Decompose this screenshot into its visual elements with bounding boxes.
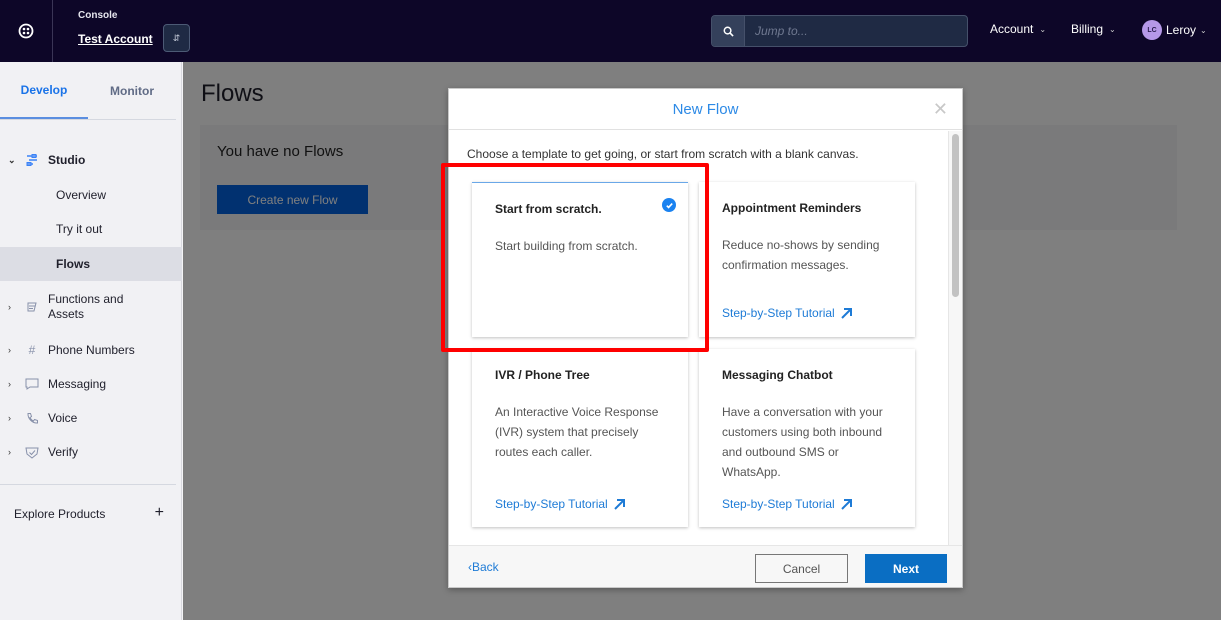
sidebar-item-functions-and-assets[interactable]: › Functions and Assets bbox=[0, 290, 182, 324]
sidebar-item-label: Verify bbox=[48, 445, 79, 459]
search-icon bbox=[723, 26, 734, 37]
tutorial-link[interactable]: Step-by-Step Tutorial bbox=[722, 306, 853, 320]
modal-title: New Flow bbox=[672, 100, 739, 118]
account-name-link[interactable]: Test Account bbox=[78, 32, 153, 46]
chat-bubble-icon bbox=[24, 378, 40, 390]
selected-check-icon bbox=[662, 198, 676, 212]
jump-to-search bbox=[711, 15, 968, 47]
chevron-right-icon: › bbox=[8, 302, 11, 312]
chevron-right-icon: › bbox=[8, 345, 11, 355]
label-line1: Functions and bbox=[48, 292, 124, 306]
template-title: Messaging Chatbot bbox=[722, 368, 833, 382]
sidebar-item-try-it-out[interactable]: Try it out bbox=[0, 212, 182, 246]
search-input[interactable] bbox=[745, 16, 967, 46]
tutorial-link-label: Step-by-Step Tutorial bbox=[722, 306, 835, 320]
modal-scrollbar[interactable] bbox=[948, 131, 962, 547]
sidebar-item-flows[interactable]: Flows bbox=[0, 247, 182, 281]
chevron-down-icon: ⌄ bbox=[1109, 24, 1116, 34]
account-menu[interactable]: Account ⌄ bbox=[990, 22, 1046, 36]
verify-shield-icon bbox=[24, 446, 40, 459]
modal-header: New Flow ✕ bbox=[449, 89, 962, 130]
hash-icon: # bbox=[28, 343, 36, 357]
template-description: Have a conversation with your customers … bbox=[722, 405, 883, 479]
template-card-ivr-phone-tree[interactable]: IVR / Phone Tree An Interactive Voice Re… bbox=[472, 349, 688, 527]
cancel-button[interactable]: Cancel bbox=[755, 554, 848, 583]
template-title: IVR / Phone Tree bbox=[495, 368, 590, 382]
tutorial-link-label: Step-by-Step Tutorial bbox=[722, 497, 835, 511]
back-label: Back bbox=[472, 560, 499, 574]
tutorial-link-label: Step-by-Step Tutorial bbox=[495, 497, 608, 511]
close-button[interactable]: ✕ bbox=[933, 100, 948, 118]
sidebar-item-studio[interactable]: ⌄ Studio bbox=[0, 150, 182, 170]
scrollbar-thumb[interactable] bbox=[952, 134, 959, 297]
top-bar: Console Test Account ⇵ Account ⌄ Billing… bbox=[0, 0, 1221, 62]
sidebar-item-label: Phone Numbers bbox=[48, 343, 135, 357]
billing-menu[interactable]: Billing ⌄ bbox=[1071, 22, 1116, 36]
billing-menu-label: Billing bbox=[1071, 22, 1104, 36]
template-description: Reduce no-shows by sending confirmation … bbox=[722, 238, 880, 272]
account-switcher-button[interactable]: ⇵ bbox=[163, 24, 190, 52]
external-arrow-icon bbox=[614, 498, 625, 510]
chevron-down-icon: ⌄ bbox=[1200, 25, 1207, 35]
template-title: Start from scratch. bbox=[495, 202, 602, 216]
chevron-down-icon: ⌄ bbox=[1039, 24, 1047, 34]
studio-icon bbox=[24, 153, 40, 167]
user-name: Leroy bbox=[1166, 23, 1197, 37]
user-menu[interactable]: LC Leroy ⌄ bbox=[1142, 20, 1207, 40]
explore-products-button[interactable]: Explore Products + bbox=[14, 504, 164, 522]
next-button[interactable]: Next bbox=[865, 554, 947, 583]
plus-icon: + bbox=[154, 504, 164, 521]
functions-icon bbox=[24, 301, 40, 313]
avatar: LC bbox=[1142, 20, 1162, 40]
sidebar-item-phone-numbers[interactable]: › # Phone Numbers bbox=[0, 340, 182, 360]
console-label: Console bbox=[78, 10, 118, 21]
sidebar-item-messaging[interactable]: › Messaging bbox=[0, 374, 182, 394]
sidebar-item-voice[interactable]: › Voice bbox=[0, 408, 182, 428]
tutorial-link[interactable]: Step-by-Step Tutorial bbox=[722, 497, 853, 511]
sidebar-item-label: Studio bbox=[48, 153, 86, 167]
chevron-right-icon: › bbox=[8, 379, 11, 389]
phone-icon bbox=[24, 412, 40, 425]
sidebar-tabs: Develop Monitor bbox=[0, 62, 176, 120]
account-menu-label: Account bbox=[990, 22, 1034, 36]
template-card-start-from-scratch[interactable]: Start from scratch. Start building from … bbox=[472, 182, 688, 337]
chevron-down-icon: ⌄ bbox=[8, 154, 16, 165]
sidebar-item-label: Messaging bbox=[48, 377, 107, 391]
label-line2: Assets bbox=[48, 307, 85, 321]
tutorial-link[interactable]: Step-by-Step Tutorial bbox=[495, 497, 626, 511]
search-button[interactable] bbox=[712, 16, 745, 46]
up-down-chevron-icon: ⇵ bbox=[172, 32, 181, 43]
template-card-messaging-chatbot[interactable]: Messaging Chatbot Have a conversation wi… bbox=[699, 349, 915, 527]
template-description: An Interactive Voice Response (IVR) syst… bbox=[495, 405, 659, 459]
template-title: Appointment Reminders bbox=[722, 201, 862, 215]
new-flow-modal: New Flow ✕ Choose a template to get goin… bbox=[448, 88, 963, 588]
explore-products-label: Explore Products bbox=[14, 507, 106, 521]
twilio-logo[interactable] bbox=[0, 0, 53, 62]
template-description: Start building from scratch. bbox=[495, 239, 638, 253]
chevron-right-icon: › bbox=[8, 413, 11, 423]
template-card-appointment-reminders[interactable]: Appointment Reminders Reduce no-shows by… bbox=[699, 182, 915, 337]
external-arrow-icon bbox=[841, 498, 852, 510]
twilio-logo-icon bbox=[18, 23, 34, 39]
modal-body: Choose a template to get going, or start… bbox=[449, 131, 949, 547]
sidebar-item-label: Voice bbox=[48, 411, 78, 425]
external-arrow-icon bbox=[841, 307, 852, 319]
modal-intro-text: Choose a template to get going, or start… bbox=[467, 147, 859, 161]
sidebar-item-label: Functions and Assets bbox=[48, 292, 123, 322]
sidebar: Develop Monitor ⌄ Studio Overview Try it… bbox=[0, 62, 182, 620]
back-button[interactable]: ‹Back bbox=[468, 560, 499, 574]
tab-develop[interactable]: Develop bbox=[0, 62, 88, 119]
sidebar-item-overview[interactable]: Overview bbox=[0, 178, 182, 212]
sidebar-divider bbox=[0, 484, 176, 485]
sidebar-item-verify[interactable]: › Verify bbox=[0, 442, 182, 462]
modal-footer: ‹Back Cancel Next bbox=[449, 545, 962, 587]
tab-monitor[interactable]: Monitor bbox=[88, 62, 176, 119]
close-icon: ✕ bbox=[932, 99, 948, 119]
chevron-right-icon: › bbox=[8, 447, 11, 457]
